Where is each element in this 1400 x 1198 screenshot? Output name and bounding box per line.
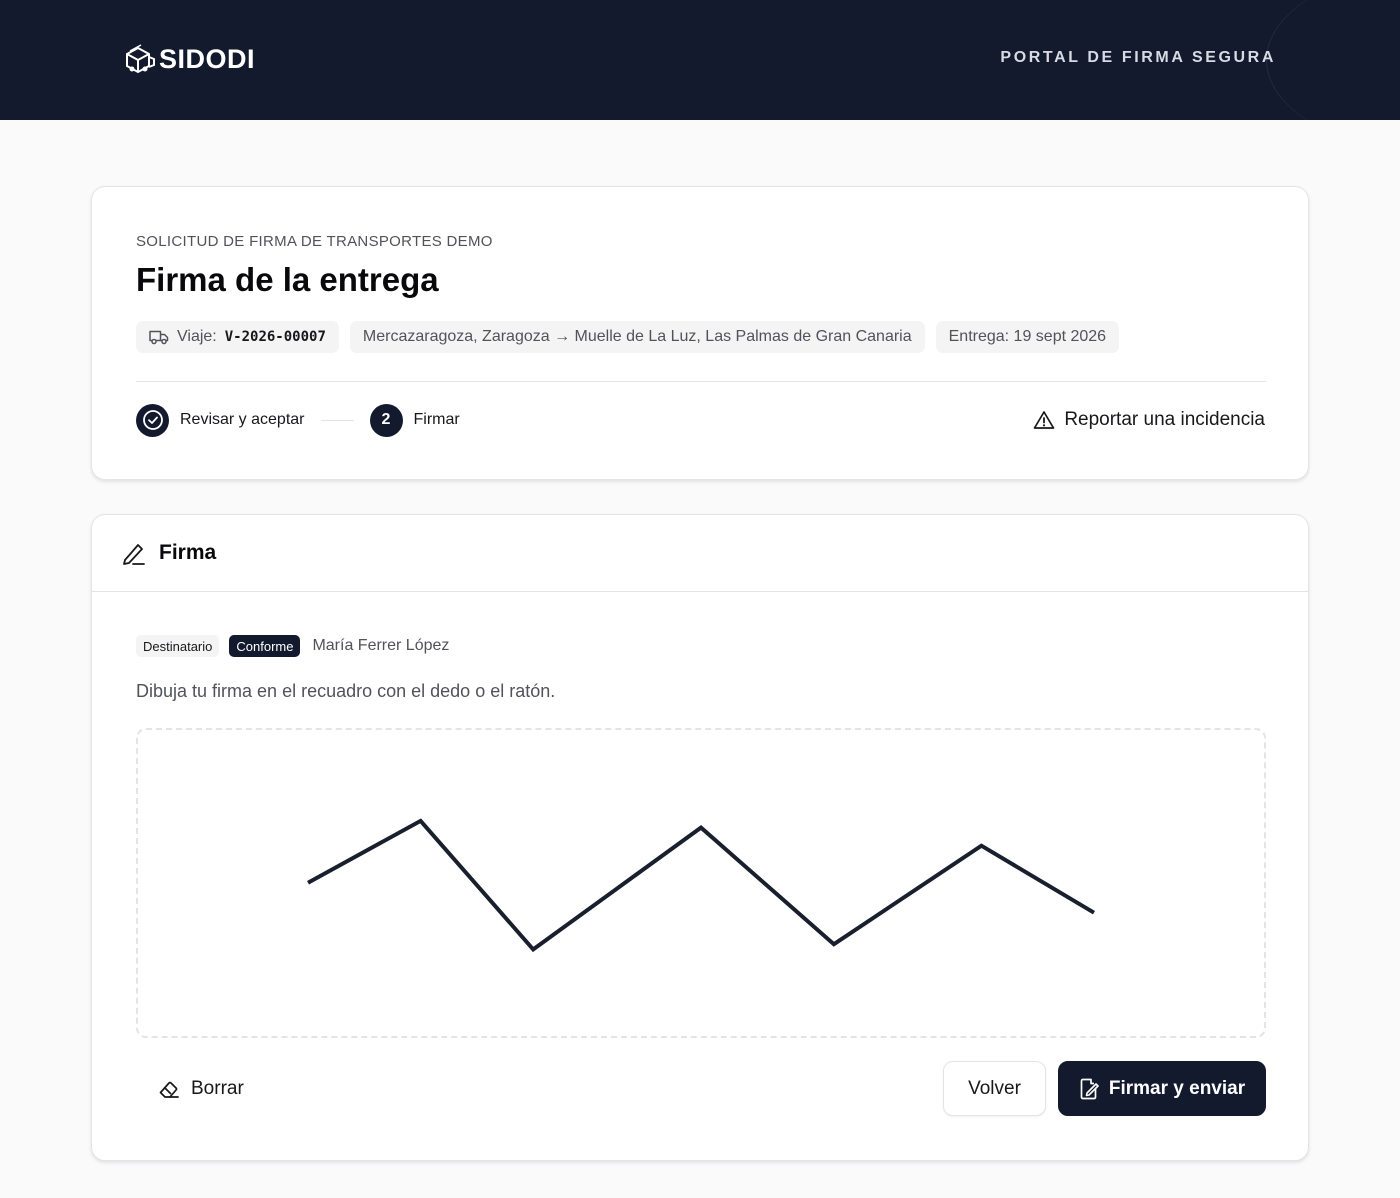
role-badge: Destinatario (136, 635, 220, 657)
divider (136, 381, 1266, 382)
sign-and-send-button[interactable]: Firmar y enviar (1058, 1061, 1266, 1116)
delivery-chip: Entrega: 19 sept 2026 (935, 321, 1120, 353)
signature-stroke-canvas (307, 818, 1096, 953)
warning-triangle-icon (1033, 411, 1055, 429)
clear-label: Borrar (191, 1077, 244, 1099)
step-2-label: Firmar (413, 411, 460, 428)
signer-name: María Ferrer López (312, 637, 450, 654)
eyebrow-prefix: SOLICITUD DE FIRMA DE (136, 233, 323, 250)
brand-logo: SIDODI (124, 42, 255, 76)
back-button[interactable]: Volver (943, 1061, 1046, 1116)
stepper: Revisar y aceptar 2 Firmar (136, 403, 460, 437)
route-chip: Mercazaragoza, Zaragoza → Muelle de La L… (349, 321, 925, 353)
page-title: Firma de la entrega (136, 261, 439, 298)
file-signature-icon (1080, 1078, 1099, 1099)
signature-card: Firma Destinatario Conforme María Ferrer… (91, 514, 1309, 1161)
trip-label: Viaje: (177, 328, 217, 345)
signature-stroke (307, 818, 1096, 953)
step-review: Revisar y aceptar (136, 403, 305, 437)
top-bar: SIDODI PORTAL DE FIRMA SEGURA (0, 0, 1400, 120)
report-incident-link[interactable]: Reportar una incidencia (1033, 406, 1265, 434)
back-label: Volver (968, 1077, 1021, 1099)
delivery-date: Entrega: 19 sept 2026 (948, 328, 1107, 345)
status-badge: Conforme (229, 635, 301, 657)
trip-code: V-2026-00007 (224, 329, 326, 345)
report-incident-label: Reportar una incidencia (1064, 409, 1265, 430)
sign-and-send-label: Firmar y enviar (1108, 1077, 1246, 1099)
request-eyebrow: SOLICITUD DE FIRMA DE TRANSPORTES DEMO (136, 233, 493, 250)
trip-chip: Viaje: V-2026-00007 (136, 321, 339, 353)
request-card: SOLICITUD DE FIRMA DE TRANSPORTES DEMO F… (91, 186, 1309, 480)
signer-info: Destinatario Conforme María Ferrer López (136, 635, 449, 657)
signature-pad[interactable] (136, 728, 1266, 1038)
truck-icon (149, 330, 169, 345)
signature-card-header: Firma (92, 515, 1308, 592)
step-1-indicator (136, 403, 169, 437)
check-circle-icon (142, 410, 163, 430)
portal-label: PORTAL DE FIRMA SEGURA (1000, 49, 1276, 66)
trip-chips: Viaje: V-2026-00007 Mercazaragoza, Zarag… (136, 321, 1120, 353)
signature-instructions: Dibuja tu firma en el recuadro con el de… (136, 681, 556, 701)
step-2-number: 2 (369, 403, 403, 437)
step-connector (320, 419, 354, 421)
pen-icon (123, 544, 145, 565)
clear-button[interactable]: Borrar (144, 1061, 258, 1116)
route-text: Mercazaragoza, Zaragoza → Muelle de La L… (362, 328, 912, 345)
signature-heading: Firma (159, 541, 217, 564)
truck-logo-icon (126, 44, 155, 74)
eraser-icon (159, 1081, 179, 1098)
decorative-arc (1266, 0, 1400, 120)
brand-name: SIDODI (159, 43, 256, 74)
eyebrow-company: TRANSPORTES DEMO (326, 233, 493, 250)
step-1-label: Revisar y aceptar (180, 411, 305, 428)
step-sign: 2 Firmar (369, 403, 460, 437)
